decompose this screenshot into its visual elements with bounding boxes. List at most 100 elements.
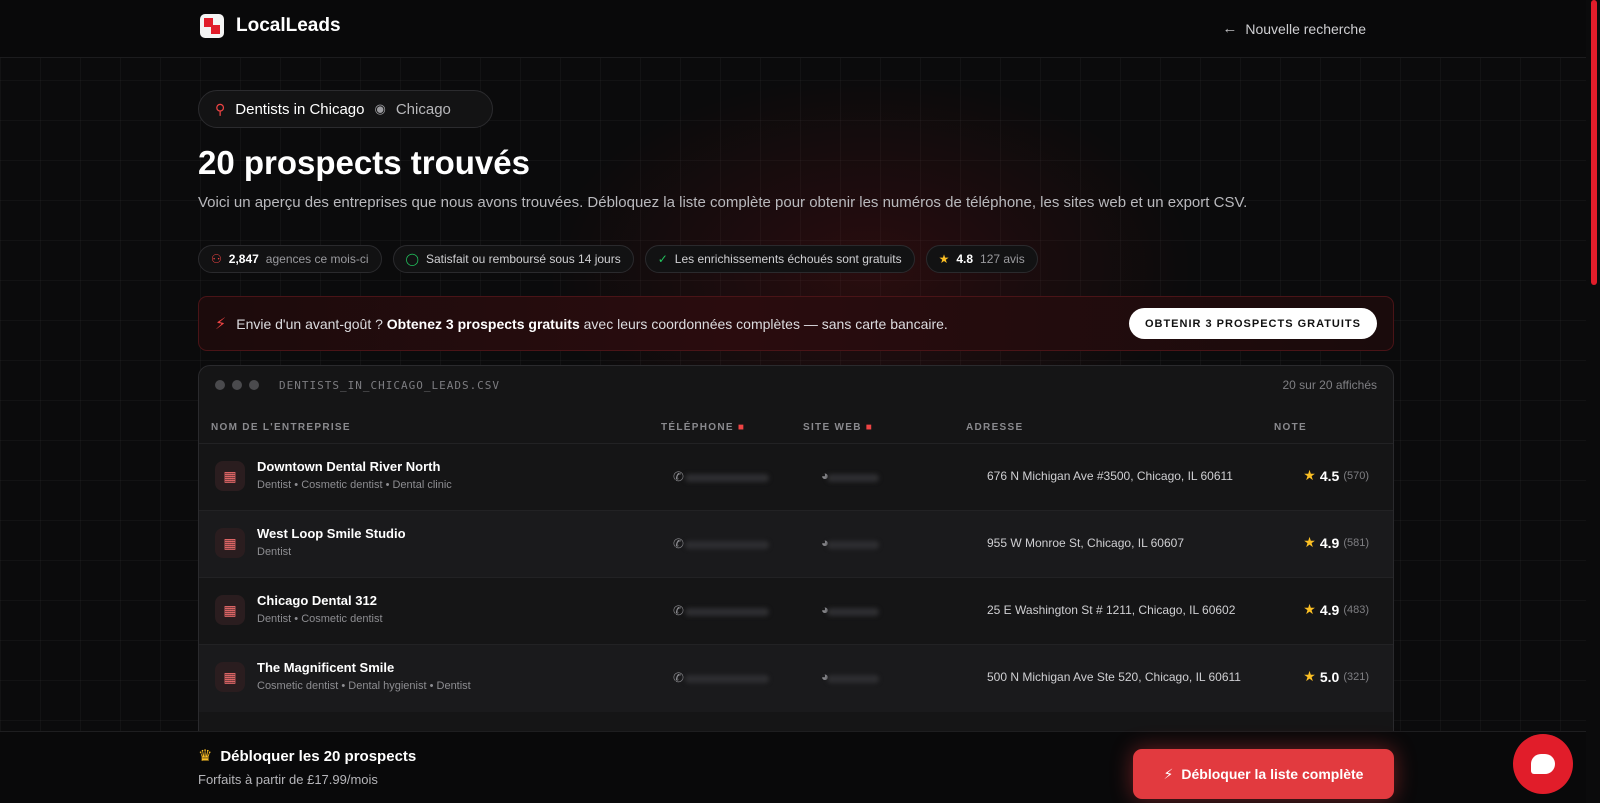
column-header-name: NOM DE L'ENTREPRISE [211, 422, 351, 433]
crown-icon: ♛ [198, 748, 213, 765]
window-bar: DENTISTS_IN_CHICAGO_LEADS.CSV 20 sur 20 … [199, 366, 1393, 404]
business-name: West Loop Smile Studio [257, 526, 406, 541]
website-blurred [827, 608, 879, 616]
arrow-left-icon: ← [1222, 20, 1238, 37]
phone-icon: ✆ [673, 670, 684, 685]
window-dots [215, 380, 259, 390]
bolt-icon: ⚡ [215, 315, 227, 333]
page-title: 20 prospects trouvés [198, 144, 530, 181]
new-search-label: Nouvelle recherche [1245, 20, 1366, 37]
pricing-note: Forfaits à partir de £17.99/mois [198, 772, 378, 787]
agencies-label: agences ce mois-ci [265, 252, 369, 266]
map-pin-icon: ◉ [374, 101, 386, 116]
table-row[interactable]: ▦ The Magnificent Smile Cosmetic dentist… [199, 644, 1393, 712]
promo-text: Envie d'un avant-goût ? Obtenez 3 prospe… [236, 316, 948, 332]
business-address: 25 E Washington St # 1211, Chicago, IL 6… [987, 603, 1236, 617]
star-icon: ★ [1303, 534, 1316, 550]
unlock-footer-bar: ♛ Débloquer les 20 prospects Forfaits à … [0, 731, 1586, 803]
website-blurred [827, 541, 879, 549]
star-icon: ★ [1303, 601, 1316, 617]
business-name: Chicago Dental 312 [257, 593, 377, 608]
search-location: Chicago [395, 100, 451, 118]
get-free-prospects-button[interactable]: OBTENIR 3 PROSPECTS GRATUITS [1128, 308, 1377, 339]
rating-badge: ★ 4.8 127 avis [925, 245, 1038, 273]
review-count: (570) [1343, 469, 1369, 482]
building-icon: ▦ [215, 461, 245, 491]
page-scrollbar[interactable] [1586, 0, 1600, 803]
review-count: (581) [1343, 536, 1369, 549]
phone-icon: ✆ [673, 603, 684, 618]
rating-value: 4.9 [1319, 601, 1340, 618]
search-icon: ⚲ [215, 100, 226, 117]
unlock-title-text: Débloquer les 20 prospects [220, 747, 417, 765]
business-address: 500 N Michigan Ave Ste 520, Chicago, IL … [987, 670, 1241, 684]
business-categories: Dentist • Cosmetic dentist • Dental clin… [257, 479, 452, 491]
csv-filename: DENTISTS_IN_CHICAGO_LEADS.CSV [279, 378, 501, 392]
review-count: (483) [1343, 603, 1369, 616]
lock-icon: ■ [737, 422, 746, 433]
unlock-full-list-button[interactable]: ⚡ Débloquer la liste complète [1133, 749, 1394, 799]
table-row[interactable]: ▦ Chicago Dental 312 Dentist • Cosmetic … [199, 577, 1393, 645]
star-icon: ★ [938, 252, 950, 266]
business-rating: ★ 4.5 (570) [1303, 467, 1369, 484]
logo-mark-icon [200, 14, 224, 38]
rating-value: 4.9 [1319, 534, 1340, 551]
rating-value: 4.8 [956, 252, 974, 266]
shield-icon: ◯ [405, 252, 419, 266]
star-icon: ★ [1303, 467, 1316, 483]
search-summary-pill[interactable]: ⚲ Dentists in Chicago ◉ Chicago [198, 90, 493, 128]
intro-text: Voici un aperçu des entreprises que nous… [198, 194, 1248, 211]
scrollbar-thumb[interactable] [1591, 0, 1597, 285]
users-icon: ⚇ [211, 252, 222, 266]
website-blurred [827, 474, 879, 482]
lock-icon: ■ [865, 422, 874, 433]
refund-badge: ◯ Satisfait ou remboursé sous 14 jours [392, 245, 634, 273]
rows-shown-count: 20 sur 20 affichés [1282, 378, 1377, 392]
unlock-title: ♛ Débloquer les 20 prospects [198, 746, 416, 766]
column-header-rating: NOTE [1274, 422, 1307, 433]
business-rating: ★ 5.0 (321) [1303, 668, 1369, 685]
chat-widget-button[interactable] [1513, 734, 1573, 794]
bolt-icon: ⚡ [1163, 765, 1174, 782]
website-blurred [827, 675, 879, 683]
refund-label: Satisfait ou remboursé sous 14 jours [425, 252, 621, 266]
phone-icon: ✆ [673, 469, 684, 484]
free-prospects-banner: ⚡ Envie d'un avant-goût ? Obtenez 3 pros… [198, 296, 1394, 351]
building-icon: ▦ [215, 595, 245, 625]
reviews-count: 127 avis [980, 252, 1025, 266]
chat-icon [1531, 754, 1555, 774]
phone-icon: ✆ [673, 536, 684, 551]
search-query: Dentists in Chicago [235, 100, 365, 118]
business-rating: ★ 4.9 (581) [1303, 534, 1369, 551]
check-icon: ✓ [657, 252, 668, 266]
unlock-button-label: Débloquer la liste complète [1181, 766, 1364, 782]
business-categories: Dentist [257, 546, 292, 558]
enrichment-label: Les enrichissements échoués sont gratuit… [674, 252, 902, 266]
phone-blurred [685, 675, 769, 683]
business-name: The Magnificent Smile [257, 660, 395, 675]
business-name: Downtown Dental River North [257, 459, 441, 474]
business-categories: Cosmetic dentist • Dental hygienist • De… [257, 680, 471, 692]
building-icon: ▦ [215, 528, 245, 558]
table-row[interactable]: ▦ Downtown Dental River North Dentist • … [199, 443, 1393, 511]
phone-blurred [685, 608, 769, 616]
agencies-badge: ⚇ 2,847 agences ce mois-ci [198, 245, 382, 273]
phone-blurred [685, 541, 769, 549]
new-search-link[interactable]: ← Nouvelle recherche [1222, 20, 1366, 37]
leads-table-card: DENTISTS_IN_CHICAGO_LEADS.CSV 20 sur 20 … [198, 365, 1394, 745]
column-header-phone: TÉLÉPHONE ■ [661, 422, 746, 433]
business-address: 676 N Michigan Ave #3500, Chicago, IL 60… [987, 469, 1233, 483]
brand-logo[interactable]: LocalLeads [200, 14, 341, 38]
top-header: LocalLeads ← Nouvelle recherche [0, 0, 1586, 58]
business-rating: ★ 4.9 (483) [1303, 601, 1369, 618]
promo-bold: Obtenez 3 prospects gratuits [386, 315, 580, 332]
column-header-website: SITE WEB ■ [803, 422, 874, 433]
rating-value: 5.0 [1319, 668, 1340, 685]
phone-blurred [685, 474, 769, 482]
business-address: 955 W Monroe St, Chicago, IL 60607 [987, 536, 1185, 550]
column-header-address: ADRESSE [966, 422, 1024, 433]
table-row[interactable]: ▦ West Loop Smile Studio Dentist ✆ ◕ 955… [199, 510, 1393, 578]
review-count: (321) [1343, 670, 1369, 683]
building-icon: ▦ [215, 662, 245, 692]
business-categories: Dentist • Cosmetic dentist [257, 613, 383, 625]
